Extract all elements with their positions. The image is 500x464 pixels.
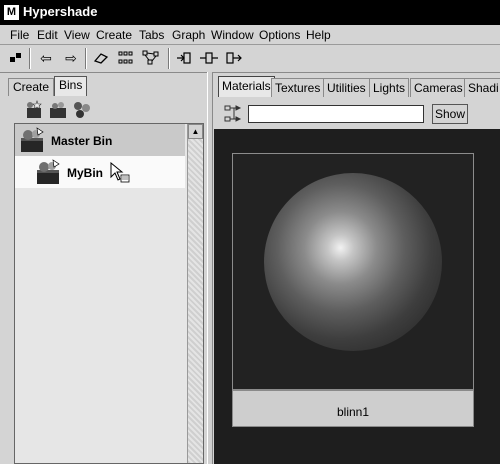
input-connections-icon[interactable] bbox=[174, 48, 194, 68]
toolbar-separator bbox=[29, 48, 31, 69]
show-button[interactable]: Show bbox=[432, 104, 468, 124]
arrow-left-icon[interactable]: ⇦ bbox=[36, 48, 56, 68]
materials-panel: Materials Textures Utilities Lights Came… bbox=[214, 75, 500, 464]
bin-options-icon[interactable] bbox=[72, 100, 92, 120]
menu-window[interactable]: Window bbox=[211, 28, 254, 42]
bins-panel: Create Bins Master Bin MyBin ▲ bbox=[6, 75, 206, 464]
tab-textures[interactable]: Textures bbox=[271, 78, 325, 97]
bin-icon bbox=[35, 159, 61, 185]
tab-utilities[interactable]: Utilities bbox=[323, 78, 370, 97]
material-work-area[interactable]: blinn1 bbox=[214, 129, 500, 464]
menu-graph[interactable]: Graph bbox=[172, 28, 205, 42]
bin-label: Master Bin bbox=[51, 134, 113, 148]
menu-help[interactable]: Help bbox=[306, 28, 331, 42]
scroll-up-icon[interactable]: ▲ bbox=[188, 124, 203, 139]
menu-tabs[interactable]: Tabs bbox=[139, 28, 164, 42]
material-sphere bbox=[264, 173, 442, 351]
bin-item-mybin[interactable]: MyBin bbox=[15, 156, 185, 188]
menu-create[interactable]: Create bbox=[96, 28, 132, 42]
tab-shading[interactable]: Shadi bbox=[464, 78, 500, 97]
bin-label: MyBin bbox=[67, 166, 103, 180]
maya-logo-icon: M bbox=[4, 5, 19, 20]
menu-bar: File Edit View Create Tabs Graph Window … bbox=[0, 25, 500, 45]
select-icon[interactable] bbox=[6, 48, 26, 68]
bin-list: Master Bin MyBin ▲ bbox=[14, 123, 204, 464]
material-name-label[interactable]: blinn1 bbox=[232, 390, 474, 427]
tab-bins[interactable]: Bins bbox=[54, 76, 88, 96]
bin-icon bbox=[19, 127, 45, 153]
bin-icon[interactable] bbox=[48, 100, 68, 120]
bin-item-master[interactable]: Master Bin bbox=[15, 124, 185, 156]
graph-icon[interactable] bbox=[141, 48, 161, 68]
toolbar-separator bbox=[85, 48, 87, 69]
toolbar: ⇦ ⇨ bbox=[0, 45, 500, 73]
material-swatch[interactable] bbox=[232, 153, 474, 390]
menu-view[interactable]: View bbox=[64, 28, 90, 42]
menu-options[interactable]: Options bbox=[259, 28, 300, 42]
title-bar: M Hypershade bbox=[0, 0, 500, 25]
menu-file[interactable]: File bbox=[10, 28, 29, 42]
input-output-icon[interactable] bbox=[199, 48, 219, 68]
tab-lights[interactable]: Lights bbox=[369, 78, 410, 97]
window-title: Hypershade bbox=[23, 4, 98, 19]
panel-splitter[interactable] bbox=[207, 72, 213, 464]
arrow-right-icon[interactable]: ⇨ bbox=[61, 48, 81, 68]
bin-list-scrollbar[interactable]: ▲ bbox=[187, 124, 203, 463]
filter-input[interactable] bbox=[248, 105, 424, 123]
menu-edit[interactable]: Edit bbox=[37, 28, 58, 42]
tab-materials[interactable]: Materials bbox=[218, 76, 275, 97]
filter-icon[interactable] bbox=[224, 104, 244, 124]
tab-create[interactable]: Create bbox=[8, 78, 55, 96]
filter-row: Show bbox=[214, 100, 500, 126]
eraser-icon[interactable] bbox=[91, 48, 111, 68]
cursor-icon bbox=[109, 161, 131, 184]
grid-icon[interactable] bbox=[116, 48, 136, 68]
tab-cameras[interactable]: Cameras bbox=[410, 78, 467, 97]
toolbar-separator bbox=[168, 48, 170, 69]
output-connections-icon[interactable] bbox=[224, 48, 244, 68]
new-bin-icon[interactable] bbox=[24, 100, 44, 120]
